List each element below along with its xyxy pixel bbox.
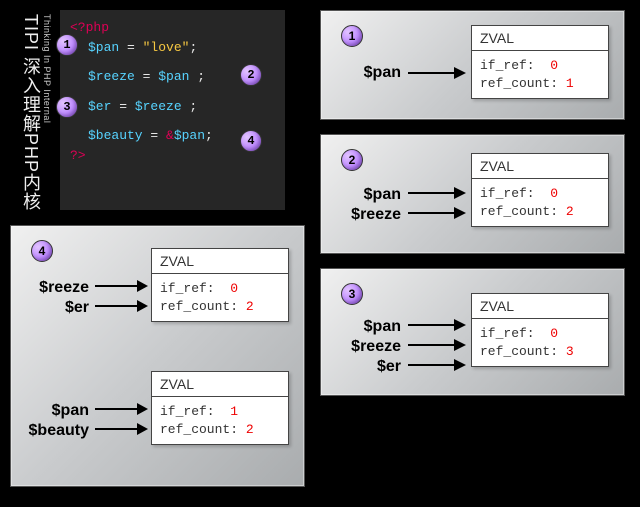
code-badge-2: 2 <box>240 64 262 86</box>
arrow-icon <box>406 315 466 335</box>
var-label: $pan <box>11 401 89 421</box>
code-semi: ; <box>189 69 205 84</box>
arrow-icon <box>406 355 466 375</box>
arrow-icon <box>406 61 466 85</box>
code-semi: ; <box>205 128 213 143</box>
code-var: $pan <box>158 69 189 84</box>
if-ref-label: if_ref: <box>480 326 535 341</box>
if-ref-value: 1 <box>230 404 238 419</box>
php-close-tag: ?> <box>70 148 86 163</box>
code-op: = <box>119 40 142 55</box>
arrow-icon <box>93 296 148 316</box>
arrow-icon <box>406 335 466 355</box>
code-op: = <box>135 69 158 84</box>
ref-count-label: ref_count: <box>480 76 558 91</box>
zval-box: ZVAL if_ref: 0 ref_count: 1 <box>471 25 609 99</box>
ref-count-value: 2 <box>566 204 574 219</box>
zval-title: ZVAL <box>472 26 608 51</box>
php-open-tag: <?php <box>70 20 109 35</box>
panel-3-vars: $pan $reeze $er <box>321 317 401 377</box>
code-var: $er <box>88 99 111 114</box>
code-var: $beauty <box>88 128 143 143</box>
if-ref-value: 0 <box>230 281 238 296</box>
code-semi: ; <box>189 40 197 55</box>
code-op: = <box>143 128 166 143</box>
var-label: $er <box>11 298 89 318</box>
var-label: $pan <box>321 317 401 337</box>
var-label: $reeze <box>11 278 89 298</box>
code-str: "love" <box>143 40 190 55</box>
code-op: = <box>111 99 134 114</box>
ref-count-label: ref_count: <box>480 204 558 219</box>
if-ref-value: 0 <box>550 58 558 73</box>
panel-2-badge: 2 <box>341 149 363 171</box>
code-badge-1: 1 <box>56 34 78 56</box>
panel-4-badge: 4 <box>31 240 53 262</box>
code-var: $reeze <box>135 99 182 114</box>
panel-2: 2 $pan $reeze ZVAL if_ref: 0 ref_count: … <box>320 134 625 254</box>
arrow-icon <box>93 419 148 439</box>
arrow-icon <box>93 276 148 296</box>
tipi-main-label: TIPI 深入理解PHP内核 <box>18 14 44 211</box>
code-badge-3: 3 <box>56 96 78 118</box>
tipi-sub-label: Thinking In PHP Internal <box>42 14 52 123</box>
zval-box: ZVAL if_ref: 0 ref_count: 2 <box>471 153 609 227</box>
var-label: $beauty <box>11 421 89 441</box>
code-panel: <?php $pan = "love"; $reeze = $pan ; $er… <box>60 10 285 210</box>
var-label: $er <box>321 357 401 377</box>
if-ref-label: if_ref: <box>480 186 535 201</box>
ref-count-label: ref_count: <box>480 344 558 359</box>
code-semi: ; <box>182 99 198 114</box>
panel-2-vars: $pan $reeze <box>321 185 401 225</box>
var-label: $pan <box>321 63 401 83</box>
if-ref-value: 0 <box>550 186 558 201</box>
panel-4: 4 $reeze $er ZVAL if_ref: 0 ref_count: 2… <box>10 225 305 487</box>
panel-1-vars: $pan <box>321 63 401 83</box>
code-badge-4: 4 <box>240 130 262 152</box>
ref-count-value: 3 <box>566 344 574 359</box>
if-ref-label: if_ref: <box>480 58 535 73</box>
arrow-icon <box>406 203 466 223</box>
arrow-icon <box>93 399 148 419</box>
panel-4-bottom-vars: $pan $beauty <box>11 401 89 441</box>
code-var: $reeze <box>88 69 135 84</box>
panel-3-badge: 3 <box>341 283 363 305</box>
zval-title: ZVAL <box>152 372 288 397</box>
var-label: $reeze <box>321 205 401 225</box>
code-var: $pan <box>88 40 119 55</box>
ref-count-value: 2 <box>246 422 254 437</box>
if-ref-label: if_ref: <box>160 404 215 419</box>
zval-box: ZVAL if_ref: 0 ref_count: 2 <box>151 248 289 322</box>
if-ref-label: if_ref: <box>160 281 215 296</box>
ref-count-label: ref_count: <box>160 422 238 437</box>
zval-title: ZVAL <box>152 249 288 274</box>
arrow-icon <box>406 183 466 203</box>
zval-title: ZVAL <box>472 294 608 319</box>
var-label: $pan <box>321 185 401 205</box>
zval-box: ZVAL if_ref: 1 ref_count: 2 <box>151 371 289 445</box>
panel-3: 3 $pan $reeze $er ZVAL if_ref: 0 ref_cou… <box>320 268 625 396</box>
ref-count-value: 2 <box>246 299 254 314</box>
zval-box: ZVAL if_ref: 0 ref_count: 3 <box>471 293 609 367</box>
ref-count-label: ref_count: <box>160 299 238 314</box>
zval-title: ZVAL <box>472 154 608 179</box>
var-label: $reeze <box>321 337 401 357</box>
code-var: $pan <box>174 128 205 143</box>
panel-4-top-vars: $reeze $er <box>11 278 89 318</box>
panel-1-badge: 1 <box>341 25 363 47</box>
panel-1: 1 $pan ZVAL if_ref: 0 ref_count: 1 <box>320 10 625 120</box>
code-amp: & <box>166 128 174 143</box>
if-ref-value: 0 <box>550 326 558 341</box>
ref-count-value: 1 <box>566 76 574 91</box>
